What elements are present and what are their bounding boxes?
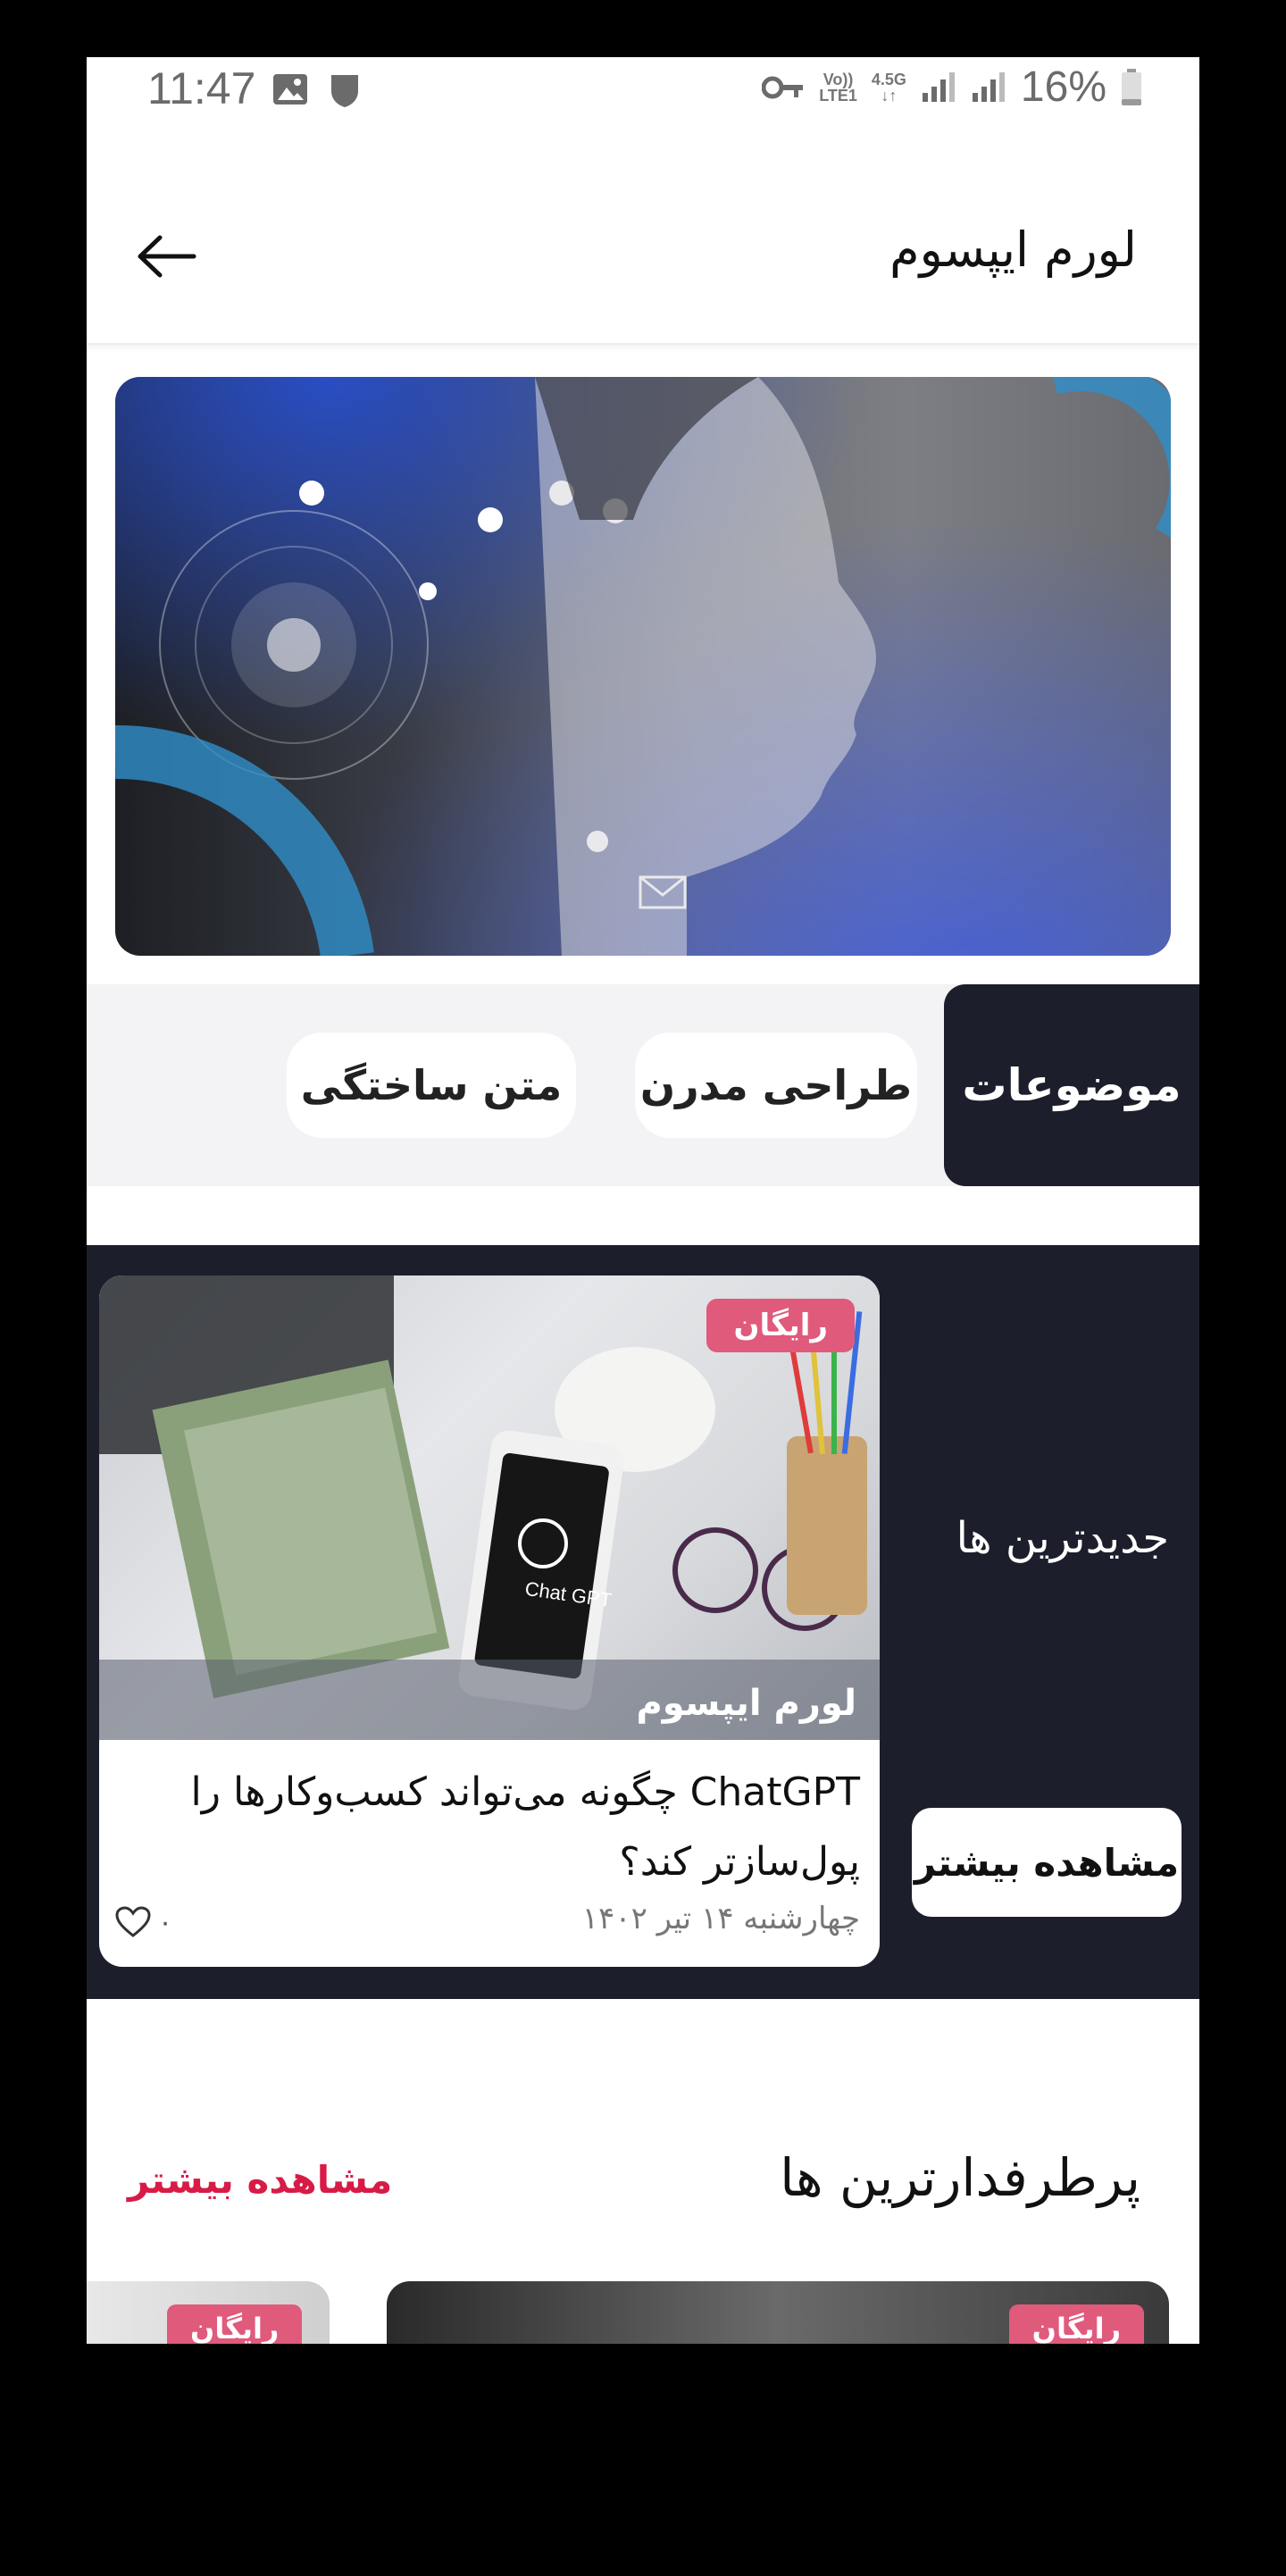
article-date: چهارشنبه ۱۴ تیر ۱۴۰۲ [581,1901,860,1936]
arrow-left-icon[interactable] [137,234,197,279]
article-card[interactable]: Chat GPT رایگان لورم ایپسوم ChatGPT چگون… [99,1275,880,1967]
topic-chip-dummy-text[interactable]: متن ساختگی [287,1033,576,1138]
newest-title: جدیدترین ها [956,1513,1169,1563]
hero-illustration [115,377,1171,956]
like-count: ۰ [158,1906,173,1938]
shield-icon [331,75,358,107]
popular-title: پرطرفدارترین ها [780,2147,1140,2208]
battery-percent: 16% [1020,63,1106,111]
topics-strip: موضوعات طراحی مدرن متن ساختگی [87,984,1199,1186]
popular-card-1[interactable]: رایگان [387,2281,1169,2344]
signal-icon [922,71,955,102]
image-icon [273,74,307,105]
topics-label[interactable]: موضوعات [944,984,1199,1186]
heart-icon[interactable] [115,1906,151,1938]
popular-more-link[interactable]: مشاهده بیشتر [128,2158,392,2202]
article-title[interactable]: ChatGPT چگونه می‌تواند کسب‌وکارها را پول… [135,1758,860,1897]
page-title: لورم ایپسوم [889,222,1137,278]
article-category: لورم ایپسوم [636,1683,856,1724]
status-time: 11:47 [147,63,256,113]
like-control[interactable]: ۰ [115,1906,172,1938]
free-badge: رایگان [1008,2304,1144,2344]
status-right: Vo)) LTE1 4.5G ↓↑ 16% [762,63,1142,112]
popular-card-2[interactable]: رایگان [87,2281,330,2344]
app-bar: لورم ایپسوم [87,136,1199,345]
free-badge: رایگان [706,1299,855,1352]
battery-icon [1122,68,1141,105]
free-badge: رایگان [167,2304,303,2344]
newest-more-button[interactable]: مشاهده بیشتر [912,1808,1182,1917]
topic-chip-modern-design[interactable]: طراحی مدرن [635,1033,917,1138]
article-image: Chat GPT رایگان لورم ایپسوم [99,1275,880,1740]
status-bar: 11:47 Vo)) LTE1 4.5G ↓↑ 16% [87,57,1199,136]
phone-screen: 11:47 Vo)) LTE1 4.5G ↓↑ 16% لورم ایپسوم … [87,57,1199,2344]
volte-indicator: Vo)) LTE1 [819,70,857,105]
signal-2-icon [972,71,1005,102]
network-speed: 4.5G ↓↑ [871,70,906,105]
key-icon [762,76,804,98]
newest-section: جدیدترین ها مشاهده بیشتر Chat GPT رایگان… [87,1245,1199,1999]
hero-banner-image[interactable] [115,377,1171,956]
